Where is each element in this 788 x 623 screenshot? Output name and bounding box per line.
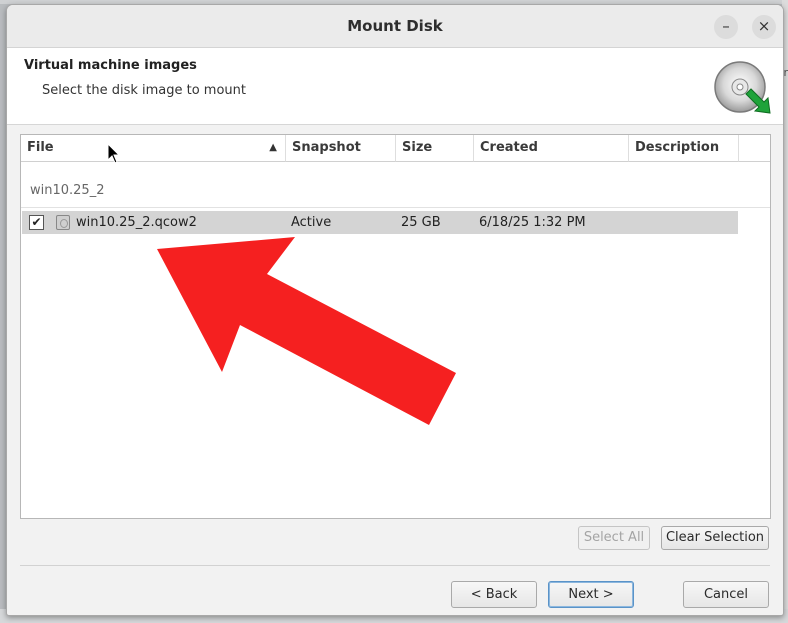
annotation-arrow-icon [157,237,456,425]
mouse-cursor-icon [107,143,121,164]
